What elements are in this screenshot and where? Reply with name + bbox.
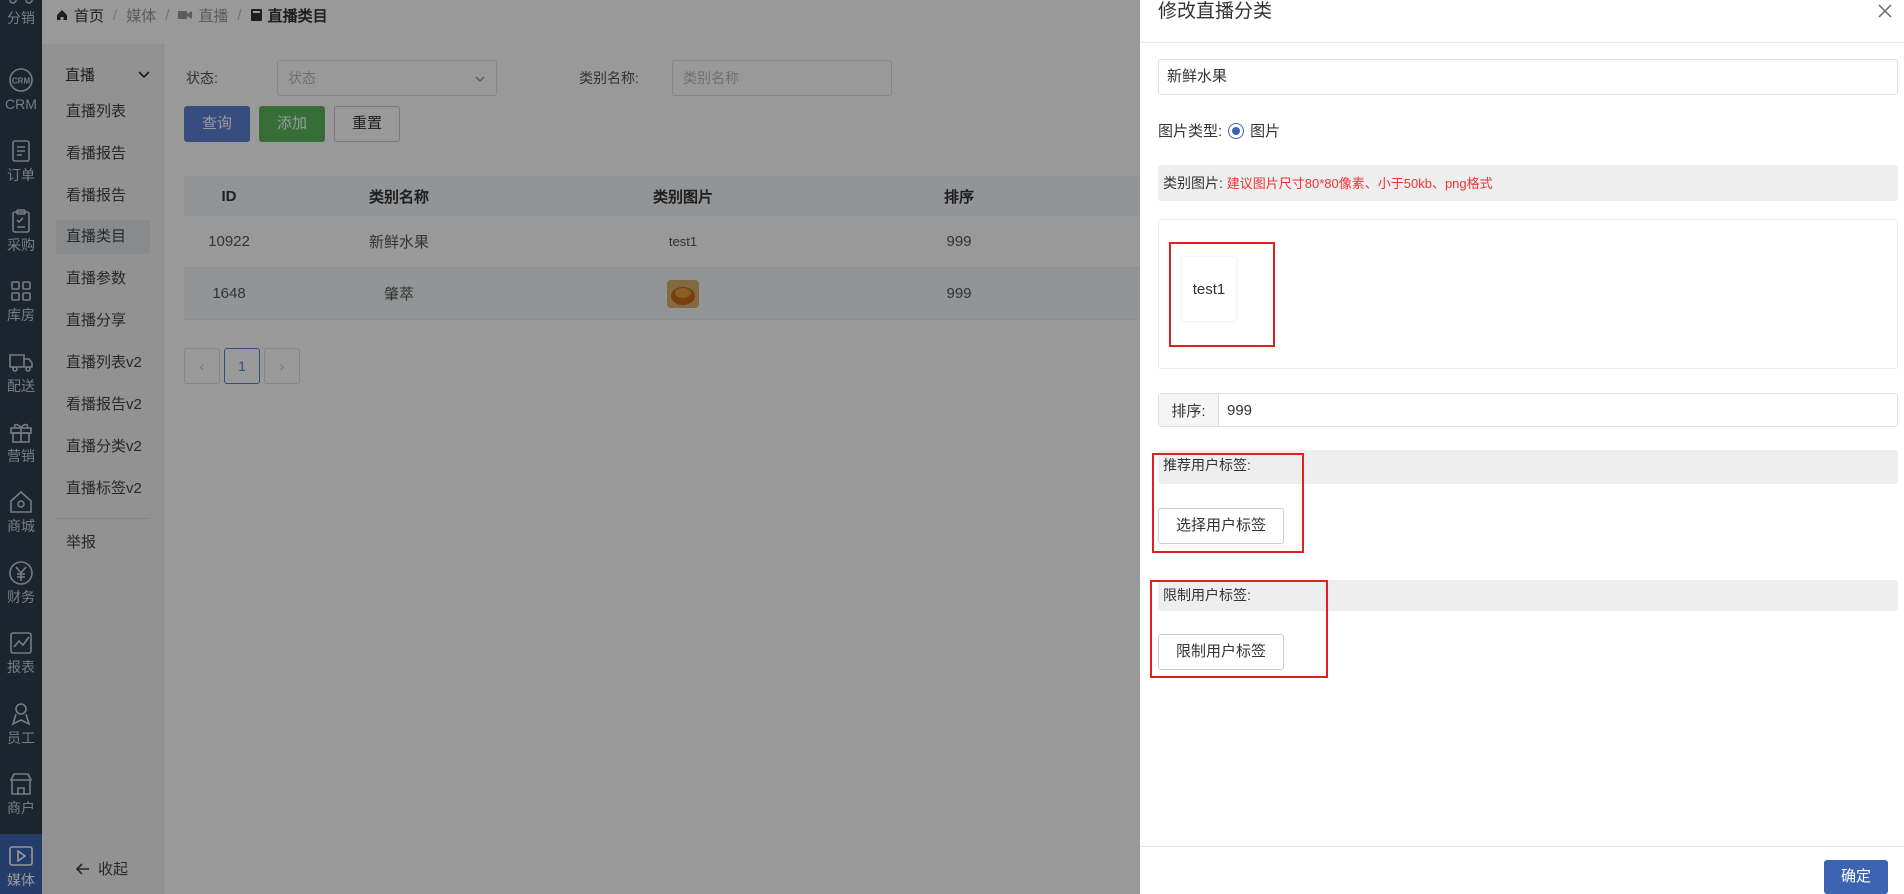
sort-input[interactable]: 999 <box>1219 394 1252 426</box>
drawer-footer-divider <box>1140 846 1904 847</box>
sort-field-group: 排序: 999 <box>1158 393 1898 427</box>
image-type-row: 图片类型: 图片 <box>1158 120 1280 141</box>
highlight-box-restrict <box>1150 580 1328 678</box>
category-image-label: 类别图片: <box>1163 175 1223 191</box>
drawer-header-divider <box>1140 42 1904 43</box>
modal-overlay[interactable] <box>0 0 1140 894</box>
sort-label: 排序: <box>1159 394 1219 426</box>
drawer-title: 修改直播分类 <box>1158 1 1273 22</box>
image-type-option[interactable]: 图片 <box>1250 120 1280 141</box>
category-image-hint: 建议图片尺寸80*80像素、小于50kb、png格式 <box>1226 176 1493 191</box>
highlight-box-recommend <box>1152 453 1304 553</box>
category-image-bar: 类别图片: 建议图片尺寸80*80像素、小于50kb、png格式 <box>1158 165 1898 201</box>
confirm-button[interactable]: 确定 <box>1824 860 1888 894</box>
category-name-field[interactable]: 新鲜水果 <box>1158 59 1898 95</box>
highlight-box-image <box>1169 242 1275 347</box>
edit-category-drawer: 修改直播分类 新鲜水果 图片类型: 图片 类别图片: 建议图片尺寸80*80像素… <box>1140 0 1904 894</box>
image-type-label: 图片类型: <box>1158 123 1223 140</box>
image-type-radio[interactable] <box>1228 122 1245 139</box>
close-icon[interactable] <box>1876 2 1894 20</box>
